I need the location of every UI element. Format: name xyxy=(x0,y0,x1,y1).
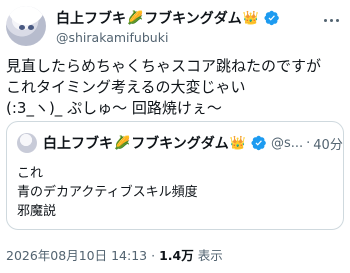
quote-handle: @s... xyxy=(270,135,304,151)
tweet: 白上フブキ 🌽 フブキングダム 👑 @shirakamifubuki 見直したら… xyxy=(0,0,350,273)
quote-text-line: 青のデカアクティブスキル頻度 xyxy=(17,185,198,200)
views-count: 1.4万 xyxy=(159,248,194,263)
avatar[interactable] xyxy=(6,6,46,46)
author-names: 白上フブキ 🌽 フブキングダム 👑 @shirakamifubuki xyxy=(56,6,280,46)
tweet-footer: 2026年08月10日 14:13 · 1.4万 表示 xyxy=(6,245,223,264)
quote-display-name: 白上フブキ xyxy=(43,136,113,152)
footer-separator: · xyxy=(151,248,156,263)
quote-header: 白上フブキ 🌽 フブキングダム 👑 @s... · 40分 xyxy=(17,132,343,154)
avatar-eye-right xyxy=(28,25,34,30)
corn-emoji: 🌽 xyxy=(114,135,131,151)
verified-badge-icon[interactable] xyxy=(264,10,280,26)
quote-text: これ 青のデカアクティブスキル頻度 邪魔説 xyxy=(17,164,198,221)
tweet-header: 白上フブキ 🌽 フブキングダム 👑 @shirakamifubuki xyxy=(6,6,280,46)
quote-timestamp: 40分 xyxy=(313,137,343,153)
author-name-row[interactable]: 白上フブキ 🌽 フブキングダム 👑 xyxy=(56,8,280,28)
crown-emoji: 👑 xyxy=(229,135,246,151)
crown-emoji: 👑 xyxy=(242,10,259,26)
tweet-text: 見直したらめちゃくちゃスコア跳ねたのですが これタイミング考えるの大変じゃい (… xyxy=(6,56,346,119)
tweet-text-line: これタイミング考えるの大変じゃい xyxy=(6,78,246,96)
views-label: 表示 xyxy=(197,248,223,263)
verified-badge-icon xyxy=(251,135,266,151)
quote-display-name-suffix: フブキングダム xyxy=(131,136,229,152)
quote-separator: · xyxy=(306,135,311,151)
quote-text-line: これ xyxy=(17,166,44,181)
more-options-icon[interactable] xyxy=(318,10,344,30)
author-display-name-suffix[interactable]: フブキングダム xyxy=(144,8,242,28)
author-handle[interactable]: @shirakamifubuki xyxy=(56,30,280,45)
tweet-text-line: 見直したらめちゃくちゃスコア跳ねたのですが xyxy=(6,57,322,75)
author-display-name[interactable]: 白上フブキ xyxy=(56,8,126,28)
tweet-timestamp[interactable]: 2026年08月10日 14:13 xyxy=(6,248,147,263)
corn-emoji: 🌽 xyxy=(127,10,144,26)
tweet-text-line: (:3_ヽ)_ ぷしゅ～ 回路焼けぇ～ xyxy=(6,99,222,117)
quote-text-line: 邪魔説 xyxy=(17,204,57,219)
avatar-hair xyxy=(6,6,46,46)
quote-tweet-card[interactable]: 白上フブキ 🌽 フブキングダム 👑 @s... · 40分 これ 青のデカアクテ… xyxy=(6,121,344,230)
quote-avatar xyxy=(17,133,37,153)
avatar-eye-left xyxy=(19,25,25,30)
